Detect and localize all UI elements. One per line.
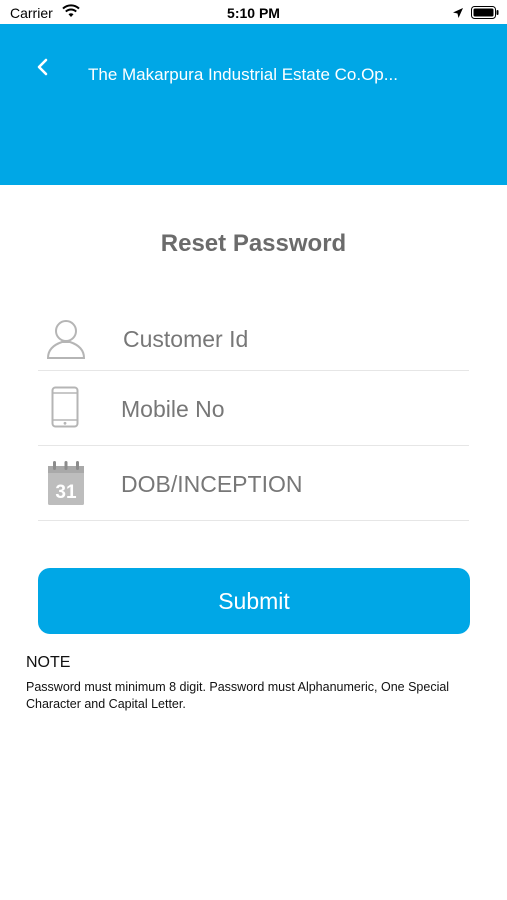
back-button[interactable] [30,56,56,82]
chevron-left-icon [36,58,50,81]
mobile-no-input[interactable] [121,396,451,423]
dob-input[interactable] [121,471,451,498]
header-title: The Makarpura Industrial Estate Co.Op... [88,65,398,84]
status-bar: Carrier 5:10 PM [0,0,507,24]
customer-id-input[interactable] [123,326,453,353]
calendar-day-text: 31 [55,482,77,503]
battery-icon [471,6,499,19]
calendar-icon: 31 [47,460,85,511]
submit-button[interactable]: Submit [38,568,470,634]
note-text: Password must minimum 8 digit. Password … [26,680,450,711]
note-heading: NOTE [26,654,71,671]
user-icon [46,318,86,365]
mobile-phone-icon [51,386,79,433]
mobile-no-row [38,372,469,446]
page-title: Reset Password [160,230,347,257]
app-header: The Makarpura Industrial Estate Co.Op... [0,24,507,185]
dob-row: 31 [38,447,469,521]
status-time: 5:10 PM [227,5,280,21]
customer-id-row [38,306,469,371]
location-icon [452,6,464,18]
